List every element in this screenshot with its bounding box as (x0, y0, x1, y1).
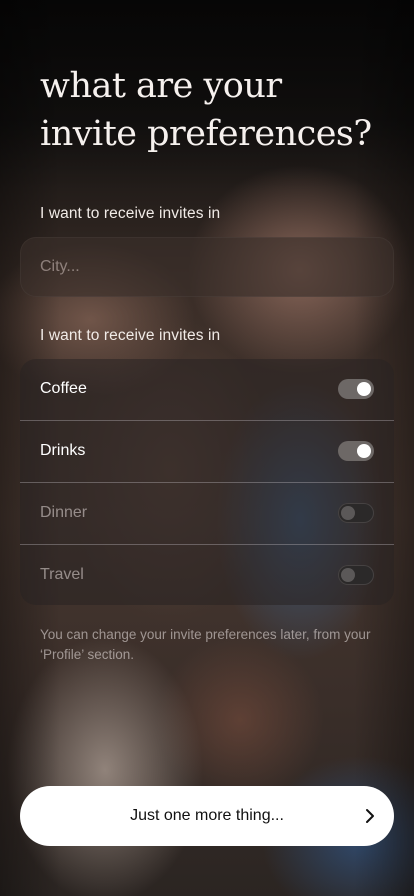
toggle-knob (357, 382, 371, 396)
category-label: Dinner (40, 504, 88, 521)
travel-toggle[interactable] (338, 565, 374, 585)
city-input[interactable] (40, 237, 370, 297)
category-row-dinner: Dinner (20, 483, 394, 544)
category-section-label: I want to receive invites in (40, 327, 221, 344)
category-toggle-list: Coffee Drinks Dinner Travel (20, 359, 394, 605)
chevron-right-icon (366, 809, 374, 823)
helper-text: You can change your invite preferences l… (40, 627, 371, 662)
category-row-drinks: Drinks (20, 421, 394, 482)
continue-button-label: Just one more thing... (130, 807, 284, 824)
category-label: Travel (40, 566, 84, 583)
city-field[interactable] (20, 237, 394, 297)
category-label: Coffee (40, 380, 87, 397)
category-row-coffee: Coffee (20, 359, 394, 420)
preferences-screen: what are your invite preferences? I want… (0, 0, 414, 896)
toggle-knob (341, 506, 355, 520)
coffee-toggle[interactable] (338, 379, 374, 399)
category-label: Drinks (40, 442, 86, 459)
dinner-toggle[interactable] (338, 503, 374, 523)
location-section-label: I want to receive invites in (40, 205, 221, 222)
category-row-travel: Travel (20, 545, 394, 605)
drinks-toggle[interactable] (338, 441, 374, 461)
page-title: what are your invite preferences? (40, 66, 372, 154)
toggle-knob (341, 568, 355, 582)
toggle-knob (357, 444, 371, 458)
continue-button[interactable]: Just one more thing... (20, 786, 394, 846)
